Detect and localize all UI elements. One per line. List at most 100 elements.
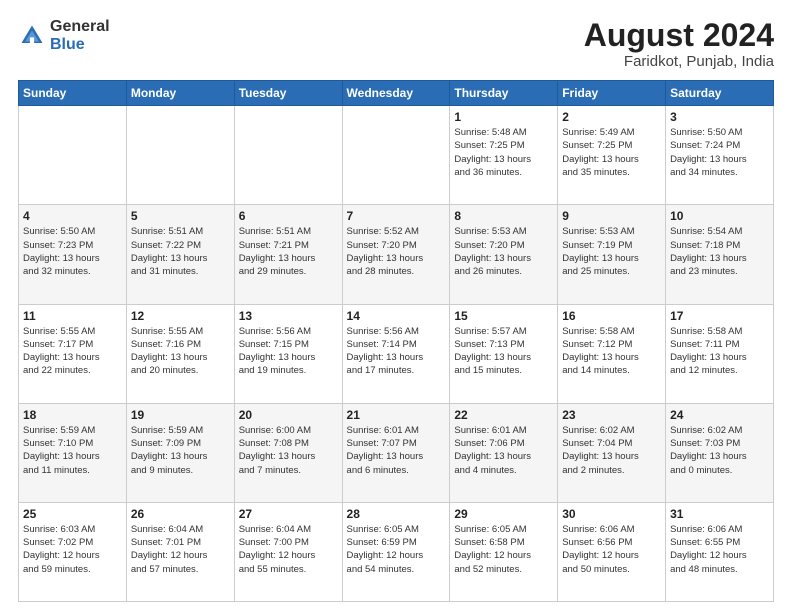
- table-row: [342, 106, 450, 205]
- table-row: 16 Sunrise: 5:58 AM Sunset: 7:12 PM Dayli…: [558, 304, 666, 403]
- day-number: 28: [347, 507, 446, 521]
- day-info: Sunrise: 6:01 AM Sunset: 7:07 PM Dayligh…: [347, 424, 446, 477]
- table-row: 23 Sunrise: 6:02 AM Sunset: 7:04 PM Dayli…: [558, 403, 666, 502]
- table-row: 7 Sunrise: 5:52 AM Sunset: 7:20 PM Daylig…: [342, 205, 450, 304]
- day-info: Sunrise: 5:51 AM Sunset: 7:21 PM Dayligh…: [239, 225, 338, 278]
- table-row: 27 Sunrise: 6:04 AM Sunset: 7:00 PM Dayli…: [234, 502, 342, 601]
- day-number: 14: [347, 309, 446, 323]
- table-row: 20 Sunrise: 6:00 AM Sunset: 7:08 PM Dayli…: [234, 403, 342, 502]
- table-row: 19 Sunrise: 5:59 AM Sunset: 7:09 PM Dayli…: [126, 403, 234, 502]
- day-number: 1: [454, 110, 553, 124]
- day-info: Sunrise: 6:02 AM Sunset: 7:04 PM Dayligh…: [562, 424, 661, 477]
- day-info: Sunrise: 5:48 AM Sunset: 7:25 PM Dayligh…: [454, 126, 553, 179]
- day-number: 13: [239, 309, 338, 323]
- day-number: 3: [670, 110, 769, 124]
- day-number: 12: [131, 309, 230, 323]
- col-tuesday: Tuesday: [234, 81, 342, 106]
- table-row: 11Sunrise: 5:55 AM Sunset: 7:17 PM Dayli…: [19, 304, 127, 403]
- calendar-week-row: 1 Sunrise: 5:48 AM Sunset: 7:25 PM Daylig…: [19, 106, 774, 205]
- day-info: Sunrise: 5:50 AM Sunset: 7:24 PM Dayligh…: [670, 126, 769, 179]
- table-row: 3 Sunrise: 5:50 AM Sunset: 7:24 PM Daylig…: [666, 106, 774, 205]
- col-sunday: Sunday: [19, 81, 127, 106]
- day-number: 9: [562, 209, 661, 223]
- day-info: Sunrise: 5:53 AM Sunset: 7:19 PM Dayligh…: [562, 225, 661, 278]
- day-info: Sunrise: 6:04 AM Sunset: 7:00 PM Dayligh…: [239, 523, 338, 576]
- table-row: [126, 106, 234, 205]
- table-row: 31 Sunrise: 6:06 AM Sunset: 6:55 PM Dayli…: [666, 502, 774, 601]
- col-wednesday: Wednesday: [342, 81, 450, 106]
- day-number: 27: [239, 507, 338, 521]
- day-number: 16: [562, 309, 661, 323]
- logo-general-text: General: [50, 18, 110, 36]
- day-info: Sunrise: 5:56 AM Sunset: 7:15 PM Dayligh…: [239, 325, 338, 378]
- table-row: 17Sunrise: 5:58 AM Sunset: 7:11 PM Dayli…: [666, 304, 774, 403]
- page: General Blue August 2024 Faridkot, Punja…: [0, 0, 792, 612]
- day-info: Sunrise: 5:57 AM Sunset: 7:13 PM Dayligh…: [454, 325, 553, 378]
- day-number: 18: [23, 408, 122, 422]
- table-row: 1 Sunrise: 5:48 AM Sunset: 7:25 PM Daylig…: [450, 106, 558, 205]
- calendar-week-row: 25Sunrise: 6:03 AM Sunset: 7:02 PM Dayli…: [19, 502, 774, 601]
- day-number: 8: [454, 209, 553, 223]
- day-info: Sunrise: 5:53 AM Sunset: 7:20 PM Dayligh…: [454, 225, 553, 278]
- table-row: 22Sunrise: 6:01 AM Sunset: 7:06 PM Dayli…: [450, 403, 558, 502]
- day-info: Sunrise: 5:59 AM Sunset: 7:10 PM Dayligh…: [23, 424, 122, 477]
- calendar-table: Sunday Monday Tuesday Wednesday Thursday…: [18, 80, 774, 602]
- calendar-header-row: Sunday Monday Tuesday Wednesday Thursday…: [19, 81, 774, 106]
- col-saturday: Saturday: [666, 81, 774, 106]
- logo-text: General Blue: [50, 18, 110, 53]
- location-text: Faridkot, Punjab, India: [584, 53, 774, 70]
- table-row: [234, 106, 342, 205]
- day-info: Sunrise: 6:06 AM Sunset: 6:56 PM Dayligh…: [562, 523, 661, 576]
- logo-icon: [18, 22, 46, 50]
- table-row: 6 Sunrise: 5:51 AM Sunset: 7:21 PM Daylig…: [234, 205, 342, 304]
- day-number: 26: [131, 507, 230, 521]
- day-number: 30: [562, 507, 661, 521]
- calendar-week-row: 18 Sunrise: 5:59 AM Sunset: 7:10 PM Dayli…: [19, 403, 774, 502]
- day-info: Sunrise: 5:54 AM Sunset: 7:18 PM Dayligh…: [670, 225, 769, 278]
- table-row: 14 Sunrise: 5:56 AM Sunset: 7:14 PM Dayli…: [342, 304, 450, 403]
- table-row: 4Sunrise: 5:50 AM Sunset: 7:23 PM Daylig…: [19, 205, 127, 304]
- day-number: 5: [131, 209, 230, 223]
- table-row: [19, 106, 127, 205]
- day-number: 23: [562, 408, 661, 422]
- table-row: 29Sunrise: 6:05 AM Sunset: 6:58 PM Dayli…: [450, 502, 558, 601]
- calendar-week-row: 4Sunrise: 5:50 AM Sunset: 7:23 PM Daylig…: [19, 205, 774, 304]
- day-info: Sunrise: 5:56 AM Sunset: 7:14 PM Dayligh…: [347, 325, 446, 378]
- day-info: Sunrise: 5:59 AM Sunset: 7:09 PM Dayligh…: [131, 424, 230, 477]
- table-row: 30 Sunrise: 6:06 AM Sunset: 6:56 PM Dayli…: [558, 502, 666, 601]
- day-number: 10: [670, 209, 769, 223]
- day-info: Sunrise: 6:05 AM Sunset: 6:59 PM Dayligh…: [347, 523, 446, 576]
- day-info: Sunrise: 6:05 AM Sunset: 6:58 PM Dayligh…: [454, 523, 553, 576]
- day-info: Sunrise: 5:58 AM Sunset: 7:11 PM Dayligh…: [670, 325, 769, 378]
- day-info: Sunrise: 5:52 AM Sunset: 7:20 PM Dayligh…: [347, 225, 446, 278]
- month-year-title: August 2024: [584, 18, 774, 53]
- day-info: Sunrise: 5:49 AM Sunset: 7:25 PM Dayligh…: [562, 126, 661, 179]
- title-block: August 2024 Faridkot, Punjab, India: [584, 18, 774, 70]
- table-row: 8 Sunrise: 5:53 AM Sunset: 7:20 PM Daylig…: [450, 205, 558, 304]
- day-info: Sunrise: 6:03 AM Sunset: 7:02 PM Dayligh…: [23, 523, 122, 576]
- day-number: 24: [670, 408, 769, 422]
- header: General Blue August 2024 Faridkot, Punja…: [18, 18, 774, 70]
- day-number: 20: [239, 408, 338, 422]
- day-number: 11: [23, 309, 122, 323]
- day-number: 6: [239, 209, 338, 223]
- table-row: 25Sunrise: 6:03 AM Sunset: 7:02 PM Dayli…: [19, 502, 127, 601]
- day-info: Sunrise: 5:55 AM Sunset: 7:16 PM Dayligh…: [131, 325, 230, 378]
- table-row: 5 Sunrise: 5:51 AM Sunset: 7:22 PM Daylig…: [126, 205, 234, 304]
- day-number: 21: [347, 408, 446, 422]
- day-info: Sunrise: 5:51 AM Sunset: 7:22 PM Dayligh…: [131, 225, 230, 278]
- day-info: Sunrise: 5:58 AM Sunset: 7:12 PM Dayligh…: [562, 325, 661, 378]
- day-number: 7: [347, 209, 446, 223]
- day-info: Sunrise: 6:06 AM Sunset: 6:55 PM Dayligh…: [670, 523, 769, 576]
- table-row: 15Sunrise: 5:57 AM Sunset: 7:13 PM Dayli…: [450, 304, 558, 403]
- day-info: Sunrise: 6:04 AM Sunset: 7:01 PM Dayligh…: [131, 523, 230, 576]
- day-number: 19: [131, 408, 230, 422]
- day-info: Sunrise: 5:50 AM Sunset: 7:23 PM Dayligh…: [23, 225, 122, 278]
- day-info: Sunrise: 6:00 AM Sunset: 7:08 PM Dayligh…: [239, 424, 338, 477]
- table-row: 18 Sunrise: 5:59 AM Sunset: 7:10 PM Dayli…: [19, 403, 127, 502]
- table-row: 13 Sunrise: 5:56 AM Sunset: 7:15 PM Dayli…: [234, 304, 342, 403]
- day-number: 31: [670, 507, 769, 521]
- day-info: Sunrise: 6:01 AM Sunset: 7:06 PM Dayligh…: [454, 424, 553, 477]
- col-thursday: Thursday: [450, 81, 558, 106]
- table-row: 28 Sunrise: 6:05 AM Sunset: 6:59 PM Dayli…: [342, 502, 450, 601]
